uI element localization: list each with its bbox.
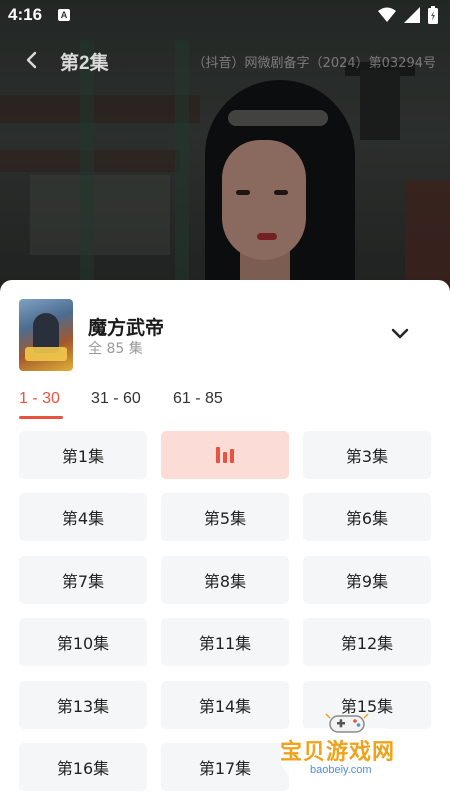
episode-button[interactable]: 第12集 xyxy=(303,618,431,666)
episode-button[interactable]: 第14集 xyxy=(161,681,289,729)
playing-bars-icon xyxy=(216,447,234,463)
watermark-url: baobeiy.com xyxy=(306,764,376,776)
episode-button[interactable]: 第10集 xyxy=(19,618,147,666)
poster-title-art xyxy=(25,347,67,361)
show-poster xyxy=(19,299,73,371)
episode-button[interactable]: 第11集 xyxy=(161,618,289,666)
tab-range-61-85[interactable]: 61 - 85 xyxy=(173,390,223,408)
episode-button[interactable]: 第4集 xyxy=(19,493,147,541)
episode-button[interactable]: 第6集 xyxy=(303,493,431,541)
chevron-left-icon xyxy=(26,51,37,69)
status-bar: 4:16 A xyxy=(0,0,450,32)
watermark-text: 宝贝游戏网 xyxy=(280,740,396,765)
status-icons xyxy=(378,6,438,24)
episode-button[interactable]: 第16集 xyxy=(19,743,147,791)
episode-button[interactable]: 第7集 xyxy=(19,556,147,604)
episode-button[interactable]: 第17集 xyxy=(161,743,289,791)
episode-count: 全 85 集 xyxy=(88,341,143,357)
episode-button[interactable]: 第5集 xyxy=(161,493,289,541)
episode-button[interactable]: 第13集 xyxy=(19,681,147,729)
episode-button[interactable]: 第1集 xyxy=(19,431,147,479)
active-tab-indicator xyxy=(19,416,63,419)
tab-range-1-30[interactable]: 1 - 30 xyxy=(19,390,60,408)
episode-button-playing[interactable] xyxy=(161,431,289,479)
status-time: 4:16 xyxy=(8,5,43,24)
wifi-icon xyxy=(378,7,396,22)
app-notification-icon: A xyxy=(58,9,70,21)
episode-button[interactable]: 第9集 xyxy=(303,556,431,604)
chevron-down-icon xyxy=(391,328,409,339)
episode-title: 第2集 xyxy=(60,53,109,74)
license-number: （抖音）网微剧备字（2024）第03294号 xyxy=(192,56,436,71)
battery-icon xyxy=(428,6,438,24)
tab-range-31-60[interactable]: 31 - 60 xyxy=(91,390,141,408)
collapse-button[interactable] xyxy=(386,320,414,348)
back-button[interactable] xyxy=(18,46,46,74)
show-title: 魔方武帝 xyxy=(88,317,165,339)
signal-icon xyxy=(404,7,420,23)
top-bar: 第2集 （抖音）网微剧备字（2024）第03294号 xyxy=(0,40,450,80)
episode-button[interactable]: 第8集 xyxy=(161,556,289,604)
episode-button[interactable]: 第3集 xyxy=(303,431,431,479)
site-watermark: 宝贝游戏网 baobeiy.com xyxy=(272,710,432,788)
gamepad-icon xyxy=(325,713,369,733)
